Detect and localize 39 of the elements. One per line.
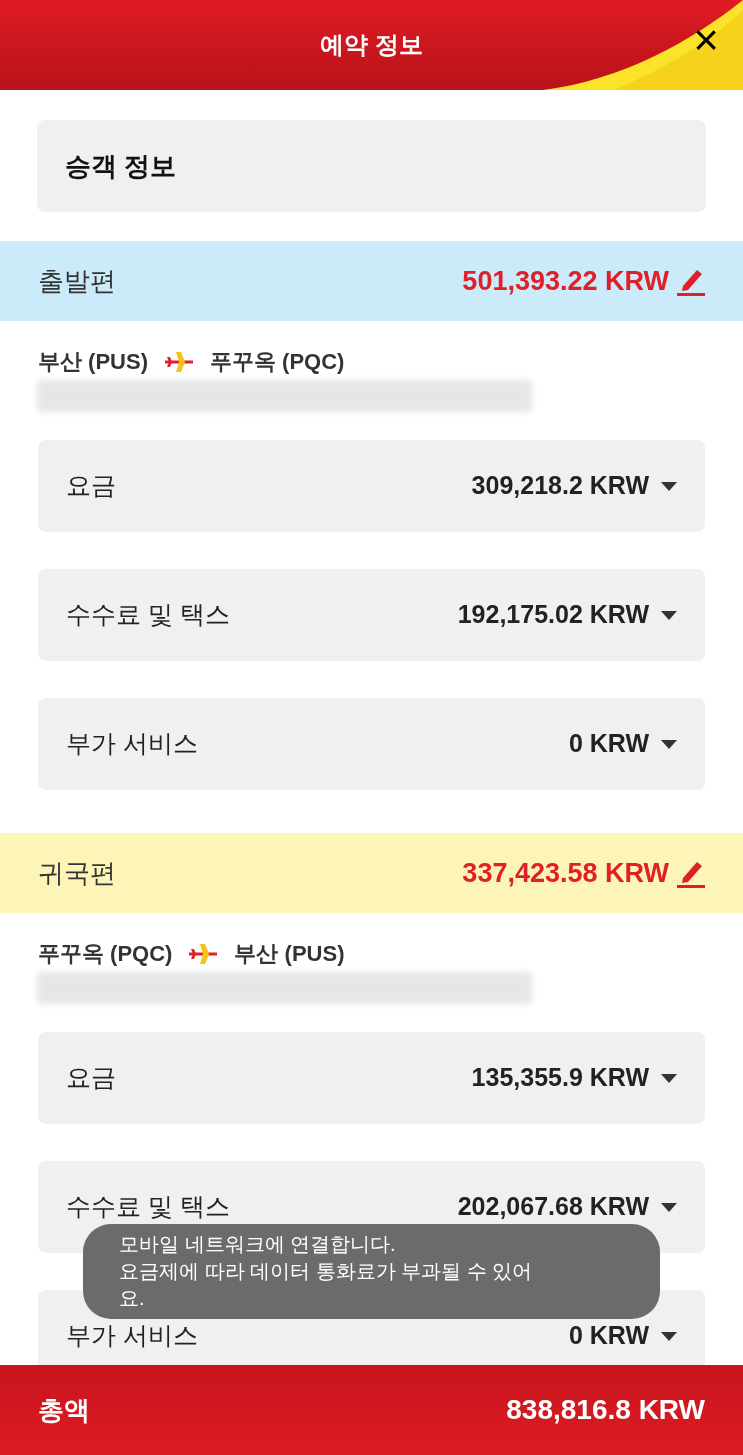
destination-text: 푸꾸옥 (PQC) <box>210 348 345 376</box>
caret-icon <box>661 1202 677 1212</box>
fare-amount: 0 KRW <box>568 728 649 760</box>
section-title: 출발편 <box>38 264 116 298</box>
close-button[interactable]: × <box>693 18 719 62</box>
destination-text: 부산 (PUS) <box>234 940 345 968</box>
section-total: 501,393.22 KRW <box>462 264 669 298</box>
fare-label: 부가 서비스 <box>66 1320 198 1352</box>
section-total: 337,423.58 KRW <box>462 856 669 890</box>
fare-row[interactable]: 부가 서비스 0 KRW <box>38 698 705 790</box>
caret-icon <box>661 739 677 749</box>
fare-label: 수수료 및 택스 <box>66 599 230 631</box>
caret-icon <box>661 610 677 620</box>
fare-amount: 135,355.9 KRW <box>471 1062 649 1094</box>
network-toast: 모바일 네트워크에 연결합니다. 요금제에 따라 데이터 통화료가 부과될 수 있어요. <box>83 1224 660 1319</box>
total-label: 총액 <box>38 1393 90 1427</box>
fare-amount: 0 KRW <box>568 1320 649 1352</box>
fare-amount: 309,218.2 KRW <box>471 470 649 502</box>
caret-icon <box>661 481 677 491</box>
fare-row[interactable]: 요금 309,218.2 KRW <box>38 440 705 532</box>
caret-icon <box>661 1073 677 1083</box>
airplane-icon <box>164 350 194 373</box>
fare-row[interactable]: 요금 135,355.9 KRW <box>38 1032 705 1124</box>
fare-label: 요금 <box>66 470 116 502</box>
section-title: 귀국편 <box>38 856 116 890</box>
passenger-info-card[interactable]: 승객 정보 <box>37 120 706 212</box>
origin-text: 푸꾸옥 (PQC) <box>38 940 173 968</box>
fare-amount: 192,175.02 KRW <box>457 599 649 631</box>
total-amount: 838,816.8 KRW <box>506 1393 705 1427</box>
fare-label: 부가 서비스 <box>66 728 198 760</box>
fare-label: 요금 <box>66 1062 116 1094</box>
fare-amount: 202,067.68 KRW <box>457 1191 649 1223</box>
fare-label: 수수료 및 택스 <box>66 1191 230 1223</box>
fare-row[interactable]: 수수료 및 택스 192,175.02 KRW <box>38 569 705 661</box>
header-title: 예약 정보 <box>320 30 423 60</box>
passenger-info-label: 승객 정보 <box>65 149 177 183</box>
origin-text: 부산 (PUS) <box>38 348 148 376</box>
caret-icon <box>661 1331 677 1341</box>
airplane-icon <box>188 942 219 965</box>
